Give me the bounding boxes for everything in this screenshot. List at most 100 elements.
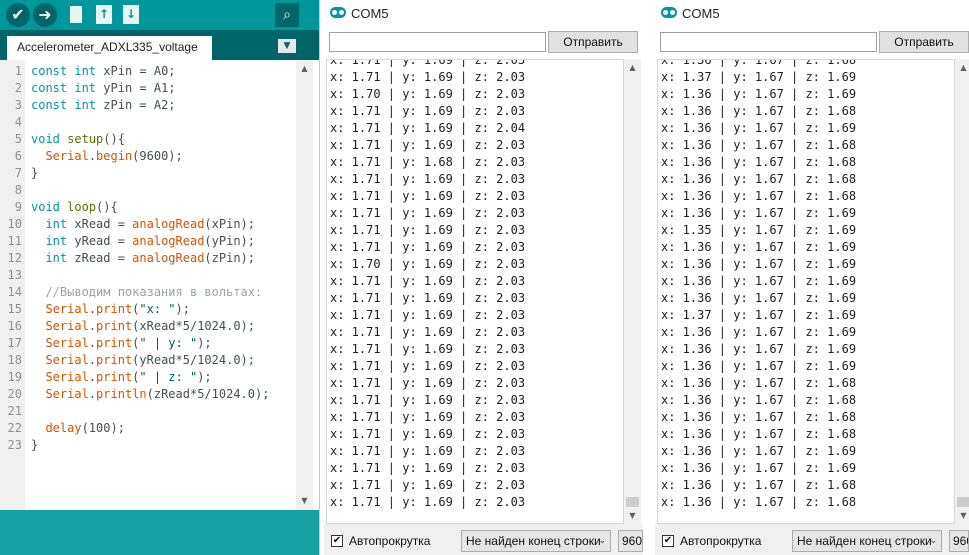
scroll-thumb[interactable]: [957, 497, 969, 507]
serial-line: x: 1.71 | y: 1.69 | z: 2.03: [330, 427, 526, 441]
line-ending-value: Не найден конец строки: [466, 534, 601, 548]
arduino-logo-icon: [661, 7, 677, 18]
send-input[interactable]: [660, 32, 877, 52]
code-line: 14 //Выводим показания в вольтах:: [0, 284, 296, 301]
serial-line: x: 1.36 | y: 1.67 | z: 1.68: [661, 478, 857, 492]
serial-line: x: 1.36 | y: 1.67 | z: 1.69: [661, 359, 857, 373]
serial-monitor-left: COM5 Отправить x: 1.71 | y: 1.69 | z: 2.…: [324, 0, 643, 555]
editor-scrollbar[interactable]: ▲ ▼: [296, 60, 313, 510]
line-number: 14: [7, 285, 22, 299]
code-line: 2 const int yPin = A1;: [0, 80, 296, 97]
line-number: 2: [14, 81, 22, 95]
line-number: 11: [7, 234, 22, 248]
code-line: 21: [0, 403, 296, 420]
new-file-icon[interactable]: [66, 3, 86, 27]
code-text: const int xPin = A0;: [31, 64, 176, 78]
save-icon[interactable]: ↓: [121, 3, 141, 27]
send-input[interactable]: [329, 32, 546, 52]
scroll-down-icon[interactable]: ▼: [955, 509, 969, 523]
window-title: COM5: [351, 6, 389, 21]
code-line: 19 Serial.print(" | z: ");: [0, 369, 296, 386]
send-button[interactable]: Отправить: [548, 31, 638, 53]
serial-line: x: 1.71 | y: 1.69 | z: 2.03: [330, 325, 526, 339]
serial-line: x: 1.36 | y: 1.67 | z: 1.68: [661, 427, 857, 441]
autoscroll-label: Автопрокрутка: [680, 534, 762, 548]
chevron-down-icon: ⌄: [929, 536, 937, 546]
code-text: Serial.print(xRead*5/1024.0);: [45, 319, 255, 333]
tab-bar: Accelerometer_ADXL335_voltage ▼: [0, 30, 319, 60]
serial-monitor-right: COM5 Отправить x: 1.36 | y: 1.67 | z: 1.…: [655, 0, 969, 555]
send-button[interactable]: Отправить: [879, 31, 969, 53]
serial-line: x: 1.36 | y: 1.67 | z: 1.69: [661, 461, 857, 475]
serial-line: x: 1.36 | y: 1.67 | z: 1.68: [661, 59, 857, 67]
scroll-thumb[interactable]: [626, 497, 639, 507]
line-number: 20: [7, 387, 22, 401]
code-text: int yRead = analogRead(yPin);: [45, 234, 255, 248]
scroll-up-icon[interactable]: ▲: [296, 62, 313, 76]
serial-line: x: 1.36 | y: 1.67 | z: 1.68: [661, 393, 857, 407]
code-text: Serial.print("x: ");: [45, 302, 190, 316]
line-number: 9: [14, 200, 22, 214]
serial-line: x: 1.71 | y: 1.69 | z: 2.03: [330, 308, 526, 322]
serial-line: x: 1.71 | y: 1.69 | z: 2.03: [330, 274, 526, 288]
chevron-down-icon: ⌄: [598, 536, 606, 546]
line-ending-select[interactable]: Не найден конец строки ⌄: [792, 530, 942, 552]
scroll-down-icon[interactable]: ▼: [296, 494, 313, 508]
code-text: delay(100);: [45, 421, 125, 435]
scroll-up-icon[interactable]: ▲: [955, 61, 969, 75]
window-title: COM5: [682, 6, 720, 21]
line-number: 4: [14, 115, 22, 129]
serial-line: x: 1.71 | y: 1.69 | z: 2.03: [330, 393, 526, 407]
line-number: 13: [7, 268, 22, 282]
verify-icon[interactable]: ✔: [6, 3, 30, 27]
code-line: 6 Serial.begin(9600);: [0, 148, 296, 165]
serial-line: x: 1.71 | y: 1.69 | z: 2.03: [330, 342, 526, 356]
serial-line: x: 1.36 | y: 1.67 | z: 1.69: [661, 291, 857, 305]
output-scrollbar[interactable]: ▲ ▼: [955, 59, 969, 524]
serial-line: x: 1.71 | y: 1.69 | z: 2.03: [330, 461, 526, 475]
serial-line: x: 1.70 | y: 1.69 | z: 2.03: [330, 257, 526, 271]
serial-line: x: 1.71 | y: 1.68 | z: 2.03: [330, 155, 526, 169]
open-icon[interactable]: ↑: [94, 3, 114, 27]
code-line: 12 int zRead = analogRead(zPin);: [0, 250, 296, 267]
baud-rate-select[interactable]: 9600: [618, 530, 643, 552]
tab-menu-chevron-down-icon[interactable]: ▼: [278, 39, 296, 53]
code-text: int zRead = analogRead(zPin);: [45, 251, 255, 265]
footer-bar: ✔ Автопрокрутка Не найден конец строки ⌄ …: [655, 524, 969, 555]
code-line: 5 void setup(){: [0, 131, 296, 148]
serial-line: x: 1.36 | y: 1.67 | z: 1.68: [661, 410, 857, 424]
serial-line: x: 1.36 | y: 1.67 | z: 1.69: [661, 444, 857, 458]
code-editor[interactable]: 1 const int xPin = A0; 2 const int yPin = A…: [0, 60, 319, 510]
line-ending-select[interactable]: Не найден конец строки ⌄: [461, 530, 611, 552]
code-line: 23}: [0, 437, 296, 454]
serial-line: x: 1.70 | y: 1.69 | z: 2.03: [330, 87, 526, 101]
code-text: Serial.print(" | y: ");: [45, 336, 212, 350]
code-line: 18 Serial.print(yRead*5/1024.0);: [0, 352, 296, 369]
serial-line: x: 1.37 | y: 1.67 | z: 1.69: [661, 308, 857, 322]
serial-line: x: 1.36 | y: 1.67 | z: 1.68: [661, 495, 857, 509]
autoscroll-checkbox[interactable]: ✔: [331, 535, 343, 547]
baud-rate-select[interactable]: 9600: [949, 530, 969, 552]
code-line: 15 Serial.print("x: ");: [0, 301, 296, 318]
upload-arrow-icon[interactable]: ➜: [33, 3, 57, 27]
serial-monitor-icon[interactable]: ⌕: [275, 3, 299, 27]
line-number: 23: [7, 438, 22, 452]
serial-line: x: 1.36 | y: 1.67 | z: 1.68: [661, 172, 857, 186]
scroll-up-icon[interactable]: ▲: [624, 61, 641, 75]
serial-line: x: 1.71 | y: 1.69 | z: 2.03: [330, 359, 526, 373]
code-line: 11 int yRead = analogRead(yPin);: [0, 233, 296, 250]
line-number: 6: [14, 149, 22, 163]
line-number: 1: [14, 64, 22, 78]
code-line: 3 const int zPin = A2;: [0, 97, 296, 114]
scroll-down-icon[interactable]: ▼: [624, 509, 641, 523]
code-text: }: [31, 166, 39, 180]
serial-line: x: 1.36 | y: 1.67 | z: 1.69: [661, 87, 857, 101]
output-scrollbar[interactable]: ▲ ▼: [624, 59, 641, 524]
tab-sketch[interactable]: Accelerometer_ADXL335_voltage: [7, 36, 212, 60]
ide-console: [0, 510, 319, 555]
autoscroll-checkbox[interactable]: ✔: [662, 535, 674, 547]
code-line: 16 Serial.print(xRead*5/1024.0);: [0, 318, 296, 335]
arduino-ide-window: ✔ ➜ ↑ ↓ ⌕ Accelerometer_ADXL335_voltage …: [0, 0, 320, 555]
code-text: }: [31, 438, 39, 452]
line-number: 18: [7, 353, 22, 367]
